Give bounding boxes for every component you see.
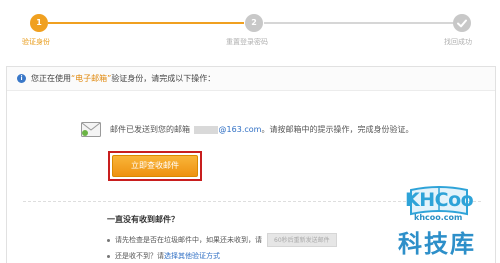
step-2-label: 重置登录密码: [226, 38, 268, 46]
mail-sent-label: 邮件已发送到您的邮箱: [110, 125, 190, 134]
help-tip-spam: 请先检查是否在垃圾邮件中，如果还未收到，请 60秒后重新发送邮件: [107, 233, 337, 247]
notice-method: “电子邮箱”: [71, 74, 112, 83]
step-progress: 1 2 验证身份 重置登录密码 找回成功: [0, 0, 500, 56]
bullet-icon: [107, 238, 110, 242]
other-verification-link[interactable]: 选择其他验证方式: [164, 251, 220, 261]
help-tip-spam-text: 请先检查是否在垃圾邮件中，如果还未收到，请: [115, 236, 262, 244]
check-icon: [457, 19, 467, 28]
step-connector-pending: [264, 22, 454, 24]
watermark: KHCoo khcoo.com 科技库: [380, 180, 500, 263]
notice-text: 您正在使用“电子邮箱”验证身份，请完成以下操作：: [31, 73, 215, 84]
step-3-check-icon: [453, 14, 471, 32]
step-2-marker: 2: [245, 14, 263, 32]
step-3-label: 找回成功: [444, 38, 472, 46]
info-icon: i: [17, 74, 26, 83]
help-tip-other: 还是收不到？请 选择其他验证方式: [107, 251, 220, 261]
step-1-marker: 1: [30, 14, 48, 32]
check-mail-button[interactable]: 立即查收邮件: [112, 155, 198, 177]
notice-prefix: 您正在使用: [31, 74, 71, 83]
watermark-brand: KHCoo: [405, 189, 474, 211]
email-domain: @163.com: [218, 125, 262, 134]
step-connector-done: [48, 22, 244, 24]
mail-sent-message: 邮件已发送到您的邮箱 @163.com。请按邮箱中的提示操作，完成身份验证。: [81, 122, 413, 137]
watermark-url: khcoo.com: [414, 213, 463, 222]
notice-suffix: 验证身份，请完成以下操作：: [111, 74, 216, 83]
notice-bar: i 您正在使用“电子邮箱”验证身份，请完成以下操作：: [7, 67, 495, 91]
masked-email-username: [193, 125, 218, 134]
help-title: 一直没有收到邮件？: [107, 215, 179, 224]
step-1-label: 验证身份: [22, 38, 50, 46]
watermark-name: 科技库: [398, 230, 476, 258]
bullet-icon: [107, 254, 110, 258]
check-mail-button-highlight: 立即查收邮件: [108, 151, 202, 181]
help-tip-other-text: 还是收不到？请: [115, 252, 164, 260]
mail-instruction: 。请按邮箱中的提示操作，完成身份验证。: [261, 125, 414, 134]
envelope-icon: [81, 122, 101, 137]
resend-email-button[interactable]: 60秒后重新发送邮件: [267, 233, 337, 247]
